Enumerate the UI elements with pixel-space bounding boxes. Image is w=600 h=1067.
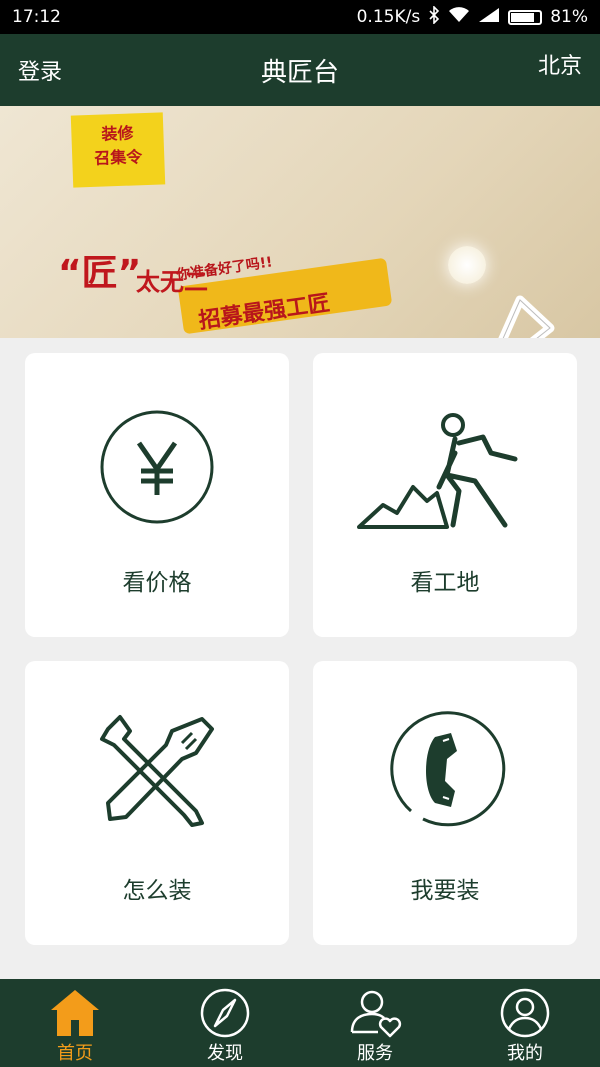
banner-tag: 装修 召集令: [70, 112, 166, 188]
yen-circle-icon: [25, 409, 289, 525]
card-how-to-decorate[interactable]: 怎么装: [25, 661, 289, 945]
user-heart-icon: [348, 987, 402, 1039]
app-header: 登录 典匠台 北京: [0, 34, 600, 106]
card-view-site[interactable]: 看工地: [313, 353, 577, 637]
banner-tag-line2: 召集令: [93, 147, 143, 168]
profile-icon: [499, 987, 551, 1039]
status-time: 17:12: [12, 7, 61, 27]
tab-service[interactable]: 服务: [300, 979, 450, 1067]
lamp-illustration: [448, 246, 486, 284]
status-bar: 17:12 0.15K/s 81%: [0, 0, 600, 34]
battery-percent: 81%: [550, 7, 588, 27]
shelf-illustration: [498, 295, 555, 338]
card-label: 怎么装: [122, 878, 192, 904]
tab-label: 首页: [57, 1043, 93, 1064]
tab-mine[interactable]: 我的: [450, 979, 600, 1067]
bluetooth-icon: [428, 4, 440, 29]
signal-icon: [478, 7, 500, 28]
tab-discover[interactable]: 发现: [150, 979, 300, 1067]
battery-icon: [508, 9, 543, 25]
promo-banner[interactable]: 装修 召集令 你准备好了吗!! 招募最强工匠: [0, 106, 600, 338]
bottom-tab-bar: 首页 发现 服务 我的: [0, 979, 600, 1067]
card-view-price[interactable]: 看价格: [25, 353, 289, 637]
tab-home[interactable]: 首页: [0, 979, 150, 1067]
card-label: 我要装: [410, 878, 480, 904]
compass-icon: [199, 987, 251, 1039]
banner-tag-line1: 装修: [101, 123, 134, 144]
phone-circle-icon: [313, 711, 577, 831]
network-speed: 0.15K/s: [356, 7, 421, 27]
city-selector[interactable]: 北京: [538, 48, 582, 80]
wifi-icon: [448, 6, 470, 28]
page-title: 典匠台: [260, 58, 339, 88]
card-label: 看价格: [122, 570, 192, 596]
feature-grid: 看价格 看工地 怎么装 我要装: [25, 353, 578, 945]
card-i-want-to-decorate[interactable]: 我要装: [313, 661, 577, 945]
card-label: 看工地: [410, 570, 480, 596]
home-icon: [49, 987, 101, 1039]
worker-digging-icon: [313, 409, 577, 533]
wrench-screwdriver-icon: [25, 715, 289, 831]
tab-label: 发现: [207, 1043, 243, 1064]
tab-label: 我的: [507, 1043, 543, 1064]
tab-label: 服务: [357, 1043, 393, 1064]
